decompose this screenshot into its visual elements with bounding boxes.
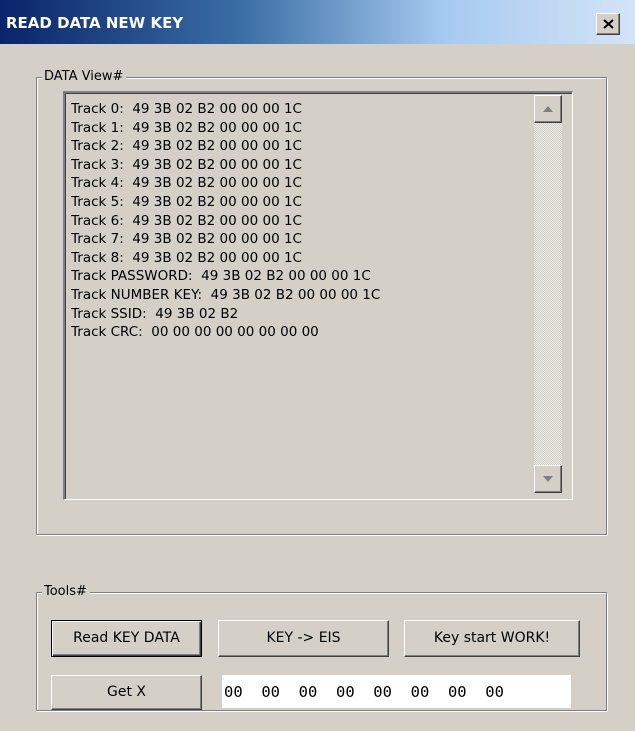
x-value-field[interactable] — [222, 675, 571, 708]
track-list: Track 0: 49 3B 02 B2 00 00 00 1C Track 1… — [71, 100, 380, 342]
track-line-8[interactable]: Track 8: 49 3B 02 B2 00 00 00 1C — [71, 249, 380, 268]
data-view-listbox[interactable]: Track 0: 49 3B 02 B2 00 00 00 1C Track 1… — [63, 91, 573, 500]
close-button[interactable] — [596, 13, 620, 35]
scroll-up-arrow-icon — [543, 106, 553, 112]
track-line-4[interactable]: Track 4: 49 3B 02 B2 00 00 00 1C — [71, 174, 380, 193]
tools-label: Tools# — [42, 584, 90, 600]
close-icon — [603, 19, 614, 29]
key-start-work-button[interactable]: Key start WORK! — [404, 620, 580, 657]
scroll-up-button[interactable] — [534, 95, 562, 123]
track-line-1[interactable]: Track 1: 49 3B 02 B2 00 00 00 1C — [71, 119, 380, 138]
track-line-2[interactable]: Track 2: 49 3B 02 B2 00 00 00 1C — [71, 137, 380, 156]
track-line-number-key[interactable]: Track NUMBER KEY: 49 3B 02 B2 00 00 00 1… — [71, 286, 380, 305]
track-line-5[interactable]: Track 5: 49 3B 02 B2 00 00 00 1C — [71, 193, 380, 212]
read-data-window: READ DATA NEW KEY DATA View# Track 0: 49… — [0, 0, 635, 731]
track-line-crc[interactable]: Track CRC: 00 00 00 00 00 00 00 00 — [71, 323, 380, 342]
data-view-label: DATA View# — [42, 69, 127, 85]
track-line-3[interactable]: Track 3: 49 3B 02 B2 00 00 00 1C — [71, 156, 380, 175]
scroll-down-button[interactable] — [534, 465, 562, 493]
scroll-down-arrow-icon — [543, 476, 553, 482]
vertical-scrollbar[interactable] — [534, 95, 562, 493]
track-line-password[interactable]: Track PASSWORD: 49 3B 02 B2 00 00 00 1C — [71, 267, 380, 286]
window-title: READ DATA NEW KEY — [6, 14, 184, 32]
track-line-ssid[interactable]: Track SSID: 49 3B 02 B2 — [71, 305, 380, 324]
read-key-data-button[interactable]: Read KEY DATA — [51, 620, 202, 657]
get-x-button[interactable]: Get X — [51, 675, 202, 710]
track-line-6[interactable]: Track 6: 49 3B 02 B2 00 00 00 1C — [71, 212, 380, 231]
track-line-0[interactable]: Track 0: 49 3B 02 B2 00 00 00 1C — [71, 100, 380, 119]
key-to-eis-button[interactable]: KEY -> EIS — [218, 620, 389, 657]
track-line-7[interactable]: Track 7: 49 3B 02 B2 00 00 00 1C — [71, 230, 380, 249]
title-bar[interactable]: READ DATA NEW KEY — [0, 0, 635, 44]
